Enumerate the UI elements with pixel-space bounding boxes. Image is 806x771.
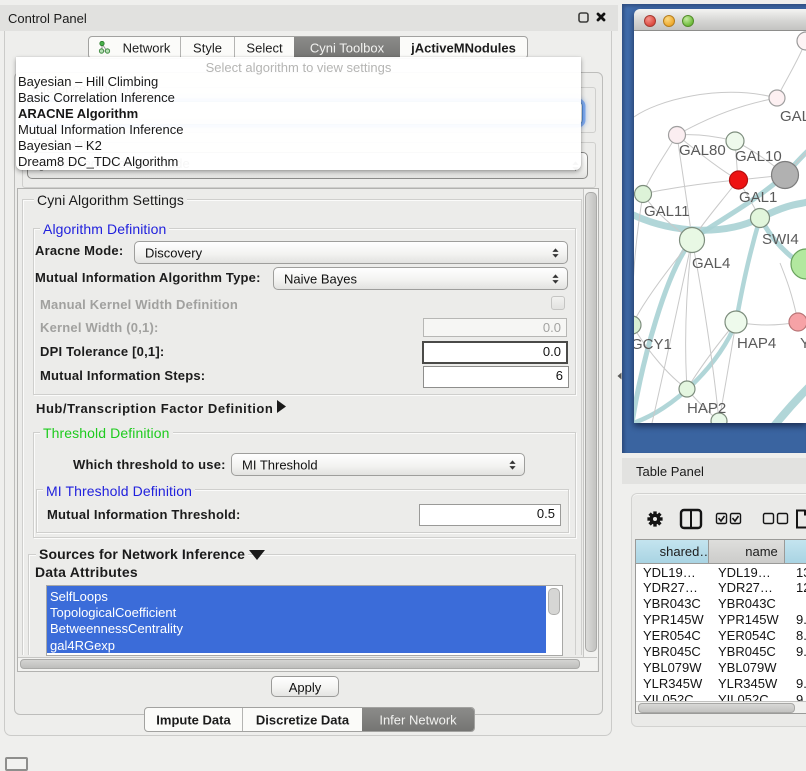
svg-text:GAL11: GAL11 [644,203,690,220]
svg-text:HAP2: HAP2 [687,400,726,417]
svg-text:GAL4: GAL4 [692,255,730,272]
svg-text:GCY1: GCY1 [634,336,672,353]
svg-text:GAL7: GAL7 [780,108,806,125]
svg-text:GAL10: GAL10 [735,148,782,165]
svg-text:Y: Y [800,335,806,352]
svg-text:GAL80: GAL80 [679,142,726,159]
svg-text:SWI4: SWI4 [762,231,799,248]
svg-text:HAP4: HAP4 [737,335,776,352]
svg-text:GAL1: GAL1 [739,189,777,206]
